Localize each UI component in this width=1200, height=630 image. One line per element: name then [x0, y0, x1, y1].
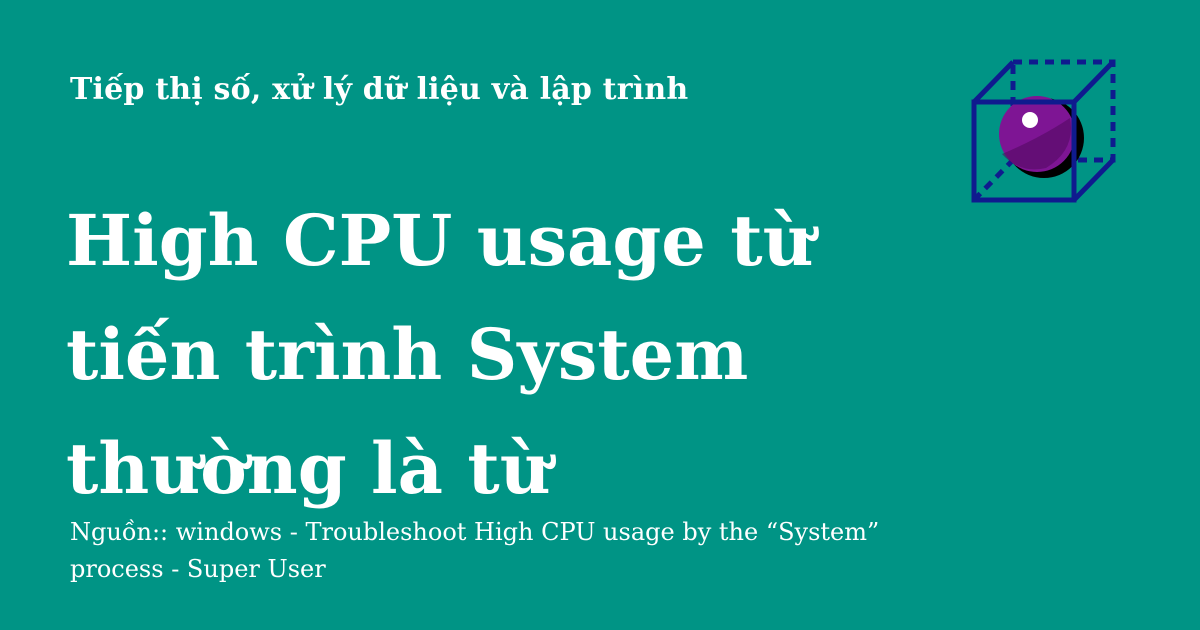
article-title: High CPU usage từ tiến trình System thườ…	[66, 199, 814, 510]
article-source: Nguồn:: windows - Troubleshoot High CPU …	[70, 518, 880, 583]
site-name: Tiếp thị số, xử lý dữ liệu và lập trình	[70, 72, 689, 107]
cube-with-sphere-icon	[971, 59, 1116, 203]
